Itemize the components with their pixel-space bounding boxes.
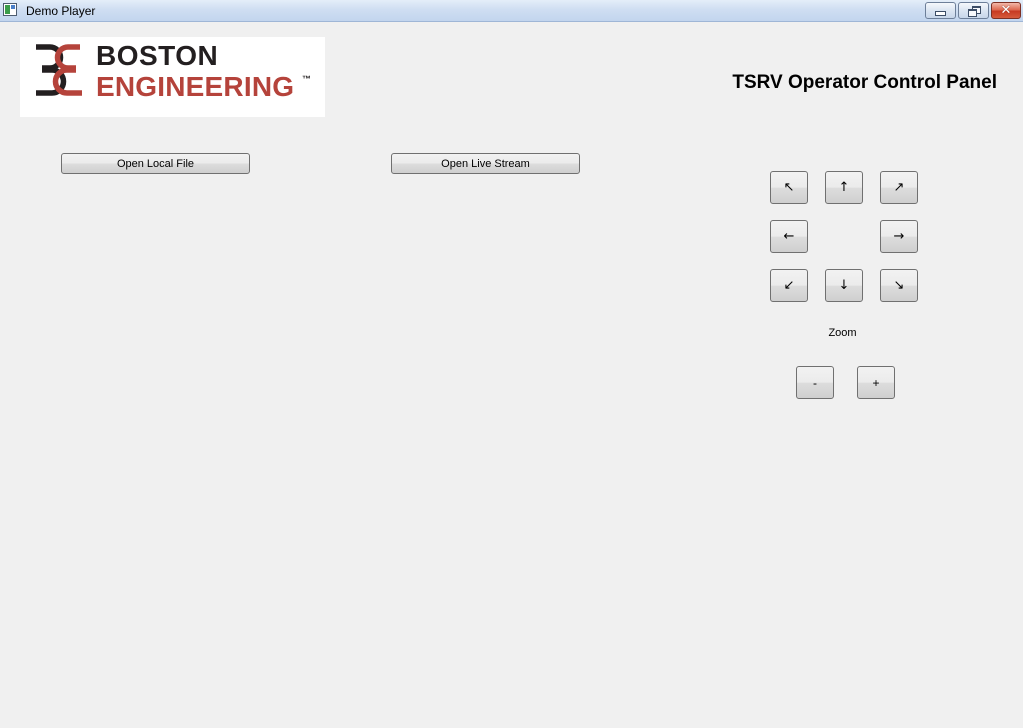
window-title: Demo Player (26, 4, 96, 18)
pan-left-button[interactable]: ← (770, 220, 808, 253)
logo-text-engineering: ENGINEERING (96, 71, 295, 102)
restore-icon (967, 5, 981, 17)
pan-down-button[interactable]: ↓ (825, 269, 863, 302)
app-icon[interactable] (3, 3, 17, 16)
page-title: TSRV Operator Control Panel (732, 72, 997, 93)
pan-down-right-button[interactable]: ↘ (880, 269, 918, 302)
logo-text-boston: BOSTON (96, 40, 219, 71)
restore-button[interactable] (958, 2, 989, 19)
close-icon: ✕ (1000, 3, 1012, 18)
open-live-stream-button[interactable]: Open Live Stream (391, 153, 580, 174)
logo-mark-icon (36, 44, 82, 96)
minimize-icon (935, 11, 946, 16)
open-local-file-button[interactable]: Open Local File (61, 153, 250, 174)
zoom-out-button[interactable]: - (796, 366, 834, 399)
pan-up-button[interactable]: ↑ (825, 171, 863, 204)
zoom-in-button[interactable]: + (857, 366, 895, 399)
pan-up-left-button[interactable]: ↖ (770, 171, 808, 204)
pan-up-right-button[interactable]: ↗ (880, 171, 918, 204)
logo-trademark: ™ (302, 74, 311, 84)
zoom-label: Zoom (828, 327, 857, 339)
title-bar: Demo Player ✕ (0, 0, 1023, 22)
company-logo: BOSTON ENGINEERING ™ (20, 37, 325, 117)
minimize-button[interactable] (925, 2, 956, 19)
pan-right-button[interactable]: → (880, 220, 918, 253)
close-button[interactable]: ✕ (991, 2, 1021, 19)
pan-down-left-button[interactable]: ↙ (770, 269, 808, 302)
